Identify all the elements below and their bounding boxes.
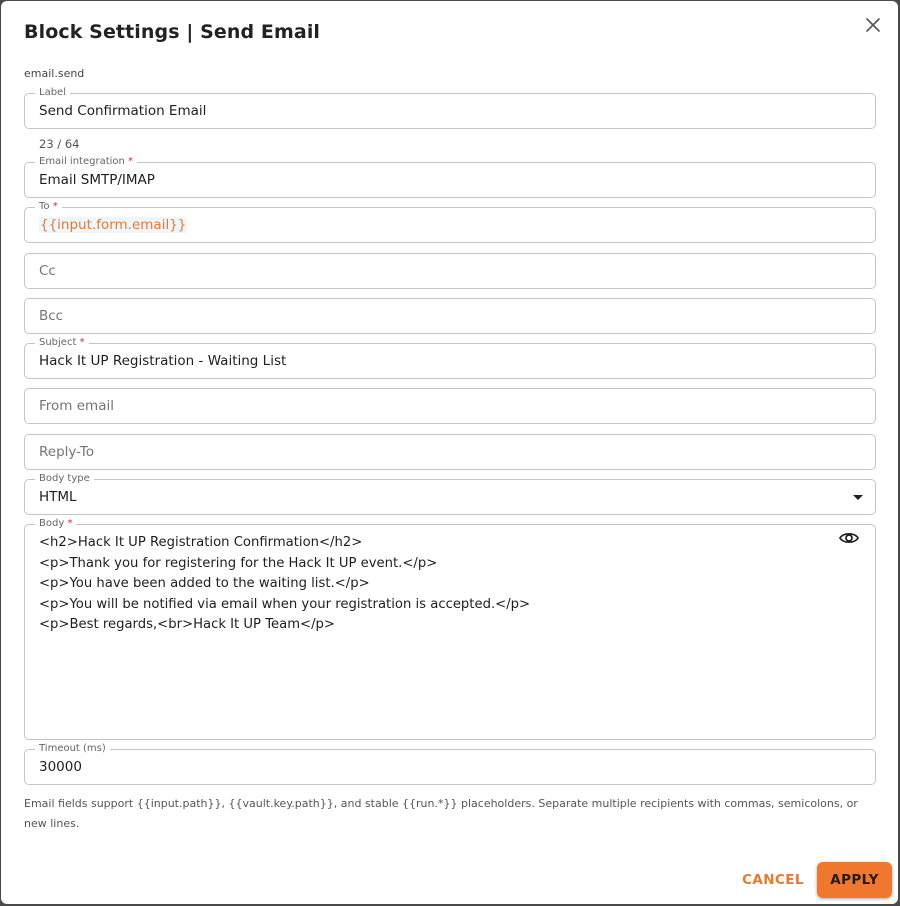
from-email-placeholder: From email bbox=[39, 398, 114, 414]
cancel-button[interactable]: CANCEL bbox=[737, 867, 809, 893]
body-line: <h2>Hack It UP Registration Confirmation… bbox=[39, 535, 363, 550]
required-marker: * bbox=[67, 518, 73, 529]
subject-field-value: Hack It UP Registration - Waiting List bbox=[39, 353, 287, 369]
label-char-counter: 23 / 64 bbox=[39, 137, 80, 151]
dialog-title: Block Settings | Send Email bbox=[24, 21, 321, 43]
body-line: <p>Best regards,<br>Hack It UP Team</p> bbox=[39, 617, 335, 632]
body-content: <h2>Hack It UP Registration Confirmation… bbox=[39, 533, 530, 636]
body-field-label: Body * bbox=[35, 518, 77, 530]
cc-placeholder: Cc bbox=[39, 263, 56, 279]
body-line: <p>You will be notified via email when y… bbox=[39, 596, 531, 612]
block-type-id: email.send bbox=[24, 67, 85, 80]
email-integration-field[interactable]: Email integration * Email SMTP/IMAP bbox=[24, 156, 876, 198]
to-field[interactable]: To * {{input.form.email}} bbox=[24, 201, 876, 243]
close-icon bbox=[866, 18, 880, 32]
bcc-placeholder: Bcc bbox=[39, 308, 64, 324]
label-field-value: Send Confirmation Email bbox=[39, 103, 207, 119]
block-settings-dialog: Block Settings | Send Email email.send L… bbox=[1, 1, 898, 904]
body-line: <p>You have been added to the waiting li… bbox=[39, 576, 370, 591]
reply-to-field[interactable]: Reply-To bbox=[24, 434, 876, 470]
email-integration-value: Email SMTP/IMAP bbox=[39, 172, 155, 188]
to-field-value: {{input.form.email}} bbox=[39, 208, 188, 242]
cc-field[interactable]: Cc bbox=[24, 253, 876, 289]
close-button[interactable] bbox=[861, 13, 885, 37]
body-type-select[interactable]: Body type HTML bbox=[24, 473, 876, 515]
reply-to-placeholder: Reply-To bbox=[39, 444, 94, 460]
bcc-field[interactable]: Bcc bbox=[24, 298, 876, 334]
eye-icon bbox=[839, 533, 859, 543]
placeholder-token: {{input.form.email}} bbox=[39, 217, 188, 233]
body-type-value: HTML bbox=[39, 489, 77, 505]
from-email-field[interactable]: From email bbox=[24, 388, 876, 424]
timeout-field[interactable]: Timeout (ms) 30000 bbox=[24, 743, 876, 785]
timeout-field-value: 30000 bbox=[39, 759, 82, 775]
body-line: <p>Thank you for registering for the Hac… bbox=[39, 555, 438, 571]
label-field[interactable]: Label Send Confirmation Email bbox=[24, 87, 876, 129]
subject-field[interactable]: Subject * Hack It UP Registration - Wait… bbox=[24, 337, 876, 379]
help-text: Email fields support {{input.path}}, {{v… bbox=[24, 797, 858, 830]
apply-button[interactable]: APPLY bbox=[817, 862, 892, 898]
dropdown-arrow-icon bbox=[853, 495, 863, 500]
body-textarea[interactable]: Body * <h2>Hack It UP Registration Confi… bbox=[24, 518, 876, 740]
preview-toggle-button[interactable] bbox=[838, 529, 860, 547]
